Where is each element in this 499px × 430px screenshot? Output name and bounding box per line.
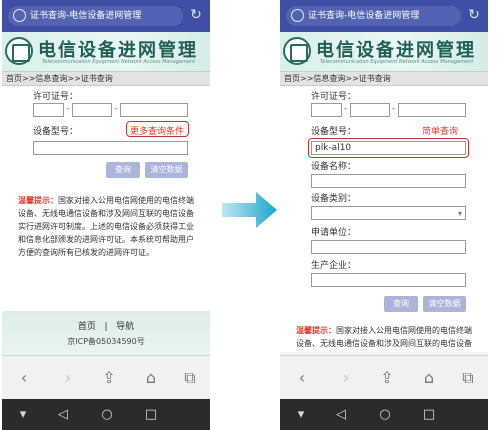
url-text: 证书查询-电信设备进网管理 [308,11,420,21]
url-bar: 证书查询-电信设备进网管理 ↻ [280,0,488,32]
browser-toolbar: ‹ › ⇪ ⌂ ⧉ [280,355,488,399]
breadcrumb-text: 首页>>信息查询>>证书查询 [284,74,391,83]
site-subtitle: Telecommunication Equipment Network Acce… [42,59,196,65]
globe-icon [291,9,304,22]
android-system-bar: ▾ ◁ ○ □ [2,399,210,430]
reload-icon[interactable]: ↻ [466,7,482,23]
manufacturer-label: 生产企业： [311,261,357,271]
license-dash: - [344,104,348,114]
device-category-label: 设备类别： [311,194,357,204]
menu-chevron-icon[interactable]: ▾ [14,406,32,424]
simple-query-link[interactable]: 简单查询 [422,124,458,137]
query-form: 许可证号： - - 设备型号： 更多查询条件 查询 清空数据 温馨提示：国家对接… [2,86,210,311]
share-icon[interactable]: ⇪ [377,368,397,388]
phone-right: 证书查询-电信设备进网管理 ↻ 电信设备进网管理 Telecommunicati… [280,0,488,430]
url-bar: 证书查询-电信设备进网管理 ↻ [2,0,210,32]
license-dash: - [66,104,70,114]
breadcrumb-text: 首页>>信息查询>>证书查询 [6,74,113,83]
device-model-input[interactable] [33,141,188,155]
footer-home-link[interactable]: 首页 [78,322,96,332]
notice-warning-label: 温馨提示： [18,196,58,205]
license-field-part1[interactable] [33,103,64,117]
breadcrumb: 首页>>信息查询>>证书查询 [280,72,488,86]
notice-body: 国家对接入公用电信网使用的电信终端设备、无线电通信设备和涉及网间互联的电信设备实… [18,196,194,257]
footer-separator: | [104,322,108,332]
home-icon[interactable]: ⌂ [141,368,161,388]
device-model-label: 设备型号： [33,127,79,137]
site-footer: 首页 | 导航 京ICP备05034590号 [2,311,210,355]
manufacturer-input[interactable] [311,273,466,287]
query-button[interactable]: 查询 [384,296,418,312]
query-button[interactable]: 查询 [106,162,140,178]
system-home-icon[interactable]: ○ [376,406,394,424]
tabs-icon[interactable]: ⧉ [458,368,478,388]
license-field-part3[interactable] [120,103,188,117]
query-form-advanced: 许可证号： - - 设备型号： 简单查询 plk-al10 设备名称： 设备类别… [280,86,488,352]
license-field-part3[interactable] [398,103,466,117]
android-system-bar: ▾ ◁ ○ □ [280,399,488,430]
license-field-part2[interactable] [72,103,112,117]
applicant-input[interactable] [311,240,466,254]
globe-icon [13,9,26,22]
system-recent-icon[interactable]: □ [420,406,438,424]
address-field[interactable]: 证书查询-电信设备进网管理 [286,6,461,26]
url-text: 证书查询-电信设备进网管理 [30,11,142,21]
footer-links: 首页 | 导航 [2,319,210,332]
reload-icon[interactable]: ↻ [188,7,204,23]
phone-left: 证书查询-电信设备进网管理 ↻ 电信设备进网管理 Telecommunicati… [2,0,210,430]
site-banner: 电信设备进网管理 Telecommunication Equipment Net… [2,32,210,72]
back-icon[interactable]: ‹ [14,368,34,388]
back-icon[interactable]: ‹ [292,368,312,388]
site-logo [5,37,33,65]
site-subtitle: Telecommunication Equipment Network Acce… [320,59,474,65]
license-field-part2[interactable] [350,103,390,117]
comparison-screenshot: 证书查询-电信设备进网管理 ↻ 电信设备进网管理 Telecommunicati… [0,0,499,430]
more-conditions-highlight [126,121,189,137]
breadcrumb: 首页>>信息查询>>证书查询 [2,72,210,86]
applicant-label: 申请单位： [311,228,357,238]
chevron-down-icon: ▾ [457,209,462,218]
license-number-label: 许可证号： [33,92,79,102]
license-dash: - [392,104,396,114]
home-icon[interactable]: ⌂ [419,368,439,388]
browser-toolbar: ‹ › ⇪ ⌂ ⧉ [2,355,210,399]
menu-chevron-icon[interactable]: ▾ [292,406,310,424]
notice-text: 温馨提示：国家对接入公用电信网使用的电信终端设备、无线电通信设备和涉及网间互联的… [18,194,198,259]
license-field-part1[interactable] [311,103,342,117]
system-back-icon[interactable]: ◁ [54,406,72,424]
share-icon[interactable]: ⇪ [99,368,119,388]
site-logo [283,37,311,65]
system-back-icon[interactable]: ◁ [332,406,350,424]
device-category-select[interactable]: ▾ [311,206,466,220]
license-dash: - [114,104,118,114]
forward-icon[interactable]: › [58,368,78,388]
device-model-label: 设备型号： [311,127,357,137]
transition-arrow-icon [222,192,277,228]
icp-number: 京ICP备05034590号 [67,337,145,346]
footer-nav-link[interactable]: 导航 [116,322,134,332]
license-number-label: 许可证号： [311,92,357,102]
clear-data-button[interactable]: 清空数据 [145,162,188,178]
address-field[interactable]: 证书查询-电信设备进网管理 [8,6,183,26]
device-model-highlight [308,138,469,158]
system-home-icon[interactable]: ○ [98,406,116,424]
forward-icon[interactable]: › [336,368,356,388]
notice-warning-label: 温馨提示： [296,326,336,335]
site-banner: 电信设备进网管理 Telecommunication Equipment Net… [280,32,488,72]
tabs-icon[interactable]: ⧉ [180,368,200,388]
device-name-input[interactable] [311,174,466,188]
clear-data-button[interactable]: 清空数据 [423,296,466,312]
device-name-label: 设备名称： [311,162,357,172]
system-recent-icon[interactable]: □ [142,406,160,424]
notice-text: 温馨提示：国家对接入公用电信网使用的电信终端设备、无线电通信设备和涉及网间互联的… [296,324,476,352]
